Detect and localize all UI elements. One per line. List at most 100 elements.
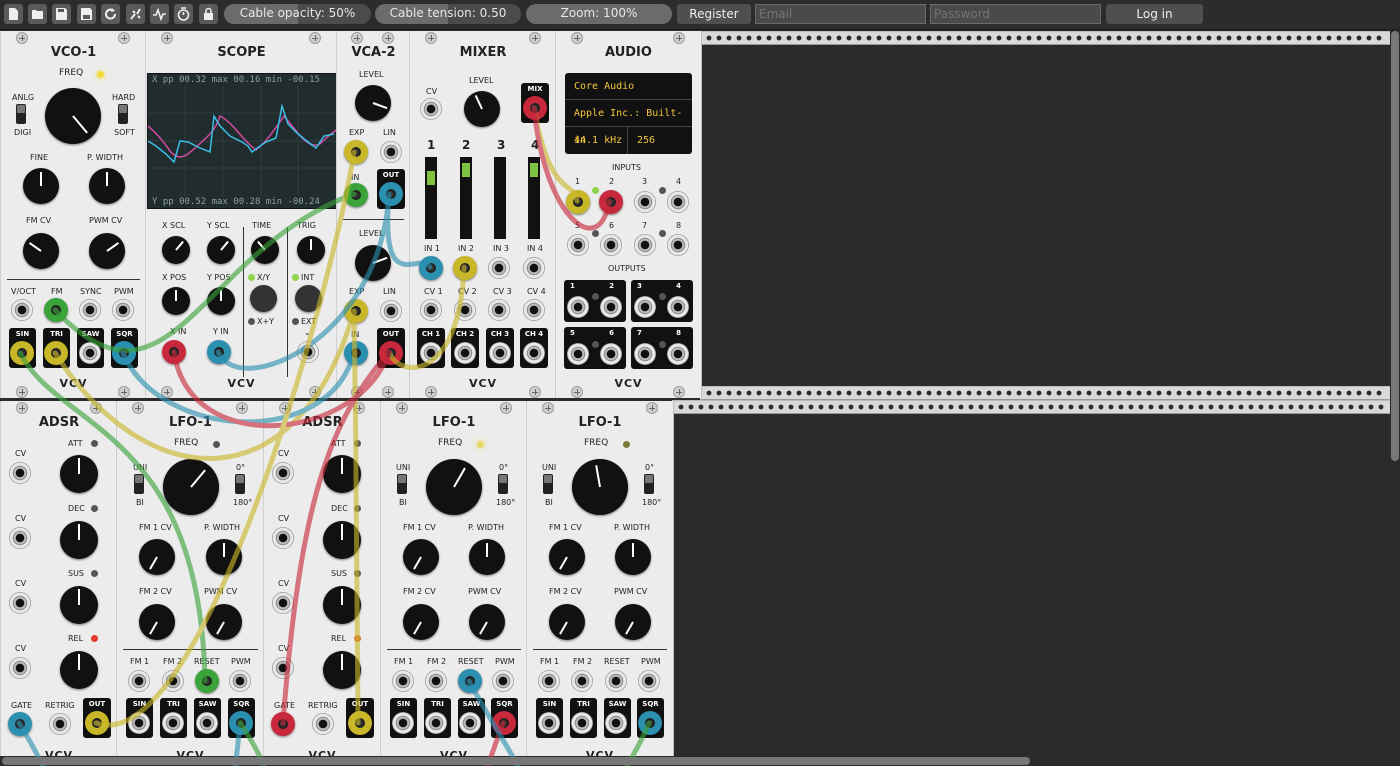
sqr-output-plug[interactable] xyxy=(492,711,516,735)
open-folder-icon[interactable] xyxy=(28,4,47,24)
audio-output-1-jack[interactable] xyxy=(567,296,589,318)
audio-output-5-jack[interactable] xyxy=(567,343,589,365)
sqr-output-plug[interactable] xyxy=(112,341,136,365)
email-input[interactable] xyxy=(755,4,926,24)
pwm-cv-knob[interactable] xyxy=(615,604,651,640)
cv-4-jack[interactable] xyxy=(523,299,545,321)
y-input-plug[interactable] xyxy=(207,340,231,364)
fm2-cv-knob[interactable] xyxy=(549,604,585,640)
master-cv-jack[interactable] xyxy=(420,98,442,120)
decay-knob[interactable] xyxy=(60,521,98,559)
decay-cv-jack[interactable] xyxy=(272,527,294,549)
trigger-input-jack[interactable] xyxy=(297,341,319,363)
in-2-plug[interactable] xyxy=(453,256,477,280)
audio-input-2-plug[interactable] xyxy=(599,190,623,214)
fm1-input-jack[interactable] xyxy=(538,670,560,692)
fm2-input-jack[interactable] xyxy=(162,670,184,692)
audio-device-select[interactable]: Apple Inc.: Built-in xyxy=(565,100,692,146)
power-meter-icon[interactable] xyxy=(174,4,193,24)
phase-switch[interactable] xyxy=(644,474,654,494)
pwm-input-jack[interactable] xyxy=(229,670,251,692)
release-knob[interactable] xyxy=(323,651,361,689)
fm1-input-jack[interactable] xyxy=(128,670,150,692)
zoom-slider[interactable]: Zoom: 100% xyxy=(526,4,672,24)
login-button[interactable]: Log in xyxy=(1106,4,1203,24)
exp-2-plug[interactable] xyxy=(344,299,368,323)
analog-digital-switch[interactable] xyxy=(16,104,26,124)
uni-bi-switch[interactable] xyxy=(134,474,144,494)
voct-input-jack[interactable] xyxy=(11,299,33,321)
saw-output-jack[interactable] xyxy=(79,342,101,364)
save-as-icon[interactable] xyxy=(77,4,96,24)
ch-3-output-jack[interactable] xyxy=(489,342,511,364)
reset-input-plug[interactable] xyxy=(458,669,482,693)
cable-tension-slider[interactable]: Cable tension: 0.50 xyxy=(375,4,521,24)
y-pos-knob[interactable] xyxy=(207,287,235,315)
hard-soft-switch[interactable] xyxy=(118,104,128,124)
pwm-input-jack[interactable] xyxy=(638,670,660,692)
sqr-output-plug[interactable] xyxy=(638,711,662,735)
in-1-plug[interactable] xyxy=(419,256,443,280)
audio-output-6-jack[interactable] xyxy=(600,343,622,365)
sustain-knob[interactable] xyxy=(60,586,98,624)
new-file-icon[interactable] xyxy=(4,4,23,24)
tri-output-jack[interactable] xyxy=(162,712,184,734)
trig-level-knob[interactable] xyxy=(297,236,325,264)
level-1-knob[interactable] xyxy=(355,85,391,121)
fm-input-plug[interactable] xyxy=(44,298,68,322)
xy-mode-button[interactable] xyxy=(250,285,277,312)
in-1-plug[interactable] xyxy=(344,183,368,207)
sustain-knob[interactable] xyxy=(323,586,361,624)
release-knob[interactable] xyxy=(60,651,98,689)
retrig-input-jack[interactable] xyxy=(312,713,334,735)
register-button[interactable]: Register xyxy=(677,4,751,24)
phase-switch[interactable] xyxy=(498,474,508,494)
pwm-cv-knob[interactable] xyxy=(89,233,125,269)
fm1-cv-knob[interactable] xyxy=(403,539,439,575)
cpu-meter-icon[interactable] xyxy=(150,4,169,24)
fm2-cv-knob[interactable] xyxy=(139,604,175,640)
audio-output-8-jack[interactable] xyxy=(667,343,689,365)
fm1-cv-knob[interactable] xyxy=(139,539,175,575)
saw-output-jack[interactable] xyxy=(459,712,481,734)
reset-input-jack[interactable] xyxy=(605,670,627,692)
cv-1-jack[interactable] xyxy=(420,299,442,321)
attack-cv-jack[interactable] xyxy=(272,462,294,484)
freq-knob[interactable] xyxy=(572,459,628,515)
lin-1-jack[interactable] xyxy=(380,141,402,163)
x-input-plug[interactable] xyxy=(162,340,186,364)
decay-knob[interactable] xyxy=(323,521,361,559)
channel-2-fader[interactable] xyxy=(460,157,472,239)
fm2-cv-knob[interactable] xyxy=(403,604,439,640)
uni-bi-switch[interactable] xyxy=(543,474,553,494)
trigger-source-button[interactable] xyxy=(295,285,322,312)
uni-bi-switch[interactable] xyxy=(397,474,407,494)
cv-2-jack[interactable] xyxy=(454,299,476,321)
sync-input-jack[interactable] xyxy=(79,299,101,321)
audio-input-6-jack[interactable] xyxy=(600,234,622,256)
tri-output-plug[interactable] xyxy=(44,341,68,365)
x-pos-knob[interactable] xyxy=(162,287,190,315)
out-1-plug[interactable] xyxy=(379,182,403,206)
save-icon[interactable] xyxy=(52,4,71,24)
release-cv-jack[interactable] xyxy=(9,657,31,679)
sin-output-jack[interactable] xyxy=(392,712,414,734)
tri-output-jack[interactable] xyxy=(571,712,593,734)
gate-input-plug[interactable] xyxy=(8,712,32,736)
adsr-out-plug[interactable] xyxy=(85,711,109,735)
in-2-plug[interactable] xyxy=(344,341,368,365)
ch-2-output-jack[interactable] xyxy=(454,342,476,364)
sin-output-jack[interactable] xyxy=(538,712,560,734)
freq-knob[interactable] xyxy=(45,88,101,144)
attack-knob[interactable] xyxy=(60,455,98,493)
audio-input-1-plug[interactable] xyxy=(566,190,590,214)
disconnect-cables-icon[interactable] xyxy=(126,4,145,24)
pulse-width-knob[interactable] xyxy=(206,539,242,575)
sustain-cv-jack[interactable] xyxy=(9,592,31,614)
audio-output-3-jack[interactable] xyxy=(634,296,656,318)
fm1-input-jack[interactable] xyxy=(392,670,414,692)
decay-cv-jack[interactable] xyxy=(9,527,31,549)
retrig-input-jack[interactable] xyxy=(49,713,71,735)
ch-4-output-jack[interactable] xyxy=(523,342,545,364)
audio-output-4-jack[interactable] xyxy=(667,296,689,318)
